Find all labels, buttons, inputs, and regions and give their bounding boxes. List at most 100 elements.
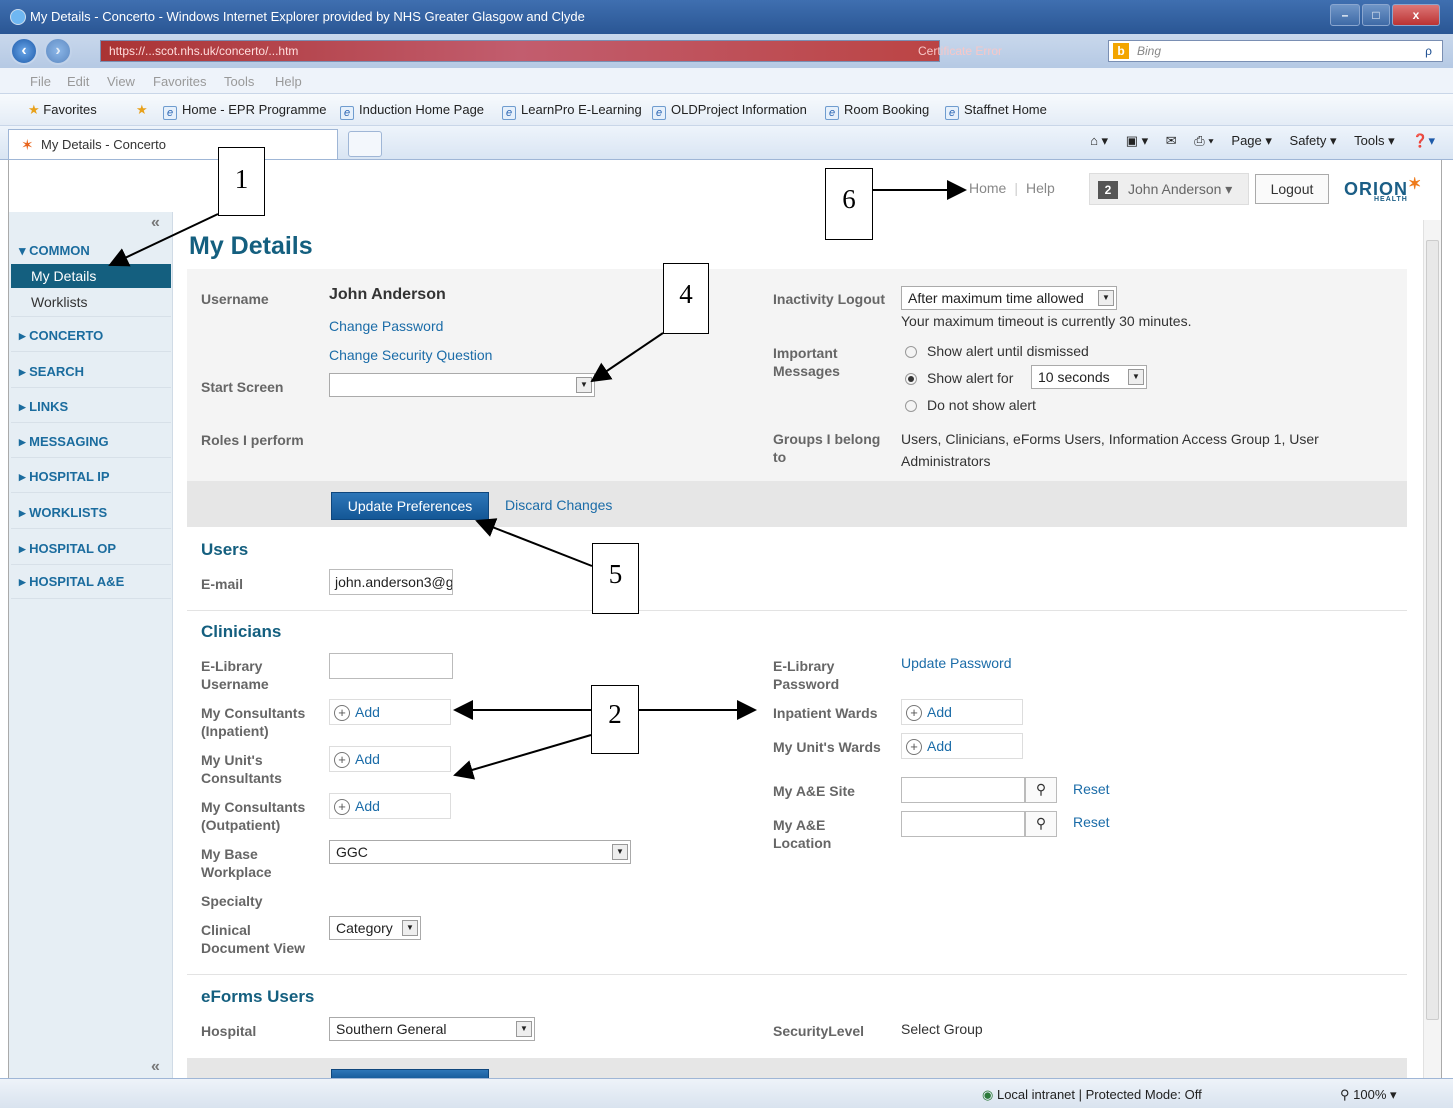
ae-location-search-icon[interactable]: ⚲ <box>1025 811 1057 837</box>
sidebar-section-common[interactable]: ▾ COMMON <box>19 243 90 259</box>
maximize-button[interactable]: □ <box>1362 4 1390 26</box>
base-workplace-select[interactable]: GGC ▼ <box>329 840 631 864</box>
add-favorite-icon[interactable]: ★ <box>136 102 148 118</box>
collapse-sidebar-bottom-icon[interactable]: « <box>151 1058 160 1076</box>
fav-link-oldproject[interactable]: e OLDProject Information <box>652 102 807 120</box>
add-inpatient-ward-button[interactable]: + Add <box>901 699 1023 725</box>
eforms-heading: eForms Users <box>201 987 315 1006</box>
home-link[interactable]: Home <box>969 180 1006 196</box>
unit-consultants-label: My Unit's Consultants <box>201 752 282 786</box>
back-button[interactable]: ‹ <box>10 37 38 65</box>
safety-menu[interactable]: Safety ▾ <box>1290 133 1337 148</box>
help-icon[interactable]: ❓▾ <box>1412 133 1435 148</box>
scrollbar-thumb[interactable] <box>1426 240 1439 1020</box>
sidebar-section-hospital-ae[interactable]: ▸ HOSPITAL A&E <box>19 574 124 590</box>
add-unit-consultant-button[interactable]: + Add <box>329 746 451 772</box>
fav-link-room-booking[interactable]: e Room Booking <box>825 102 929 120</box>
ae-location-field[interactable] <box>901 811 1025 837</box>
roles-label: Roles I perform <box>201 432 304 448</box>
mail-icon[interactable]: ✉ <box>1166 133 1177 148</box>
ie-page-icon: e <box>652 106 666 120</box>
home-icon[interactable]: ⌂ ▾ <box>1090 133 1108 148</box>
logout-button[interactable]: Logout <box>1255 174 1329 204</box>
groups-label: Groups I belong to <box>773 431 881 465</box>
menu-help[interactable]: Help <box>275 74 302 89</box>
sidebar-item-worklists[interactable]: Worklists <box>11 290 171 314</box>
feeds-icon[interactable]: ▣ ▾ <box>1126 133 1148 148</box>
discard-changes-link[interactable]: Discard Changes <box>505 497 612 513</box>
fav-link-induction[interactable]: e Induction Home Page <box>340 102 484 120</box>
elibrary-username-field[interactable] <box>329 653 453 679</box>
sidebar-section-messaging[interactable]: ▸ MESSAGING <box>19 434 109 450</box>
new-tab-button[interactable] <box>348 131 382 157</box>
minimize-button[interactable]: – <box>1330 4 1360 26</box>
search-placeholder: Bing <box>1137 44 1162 58</box>
email-field[interactable]: john.anderson3@g <box>329 569 453 595</box>
address-bar[interactable]: https://...scot.nhs.uk/concerto/...htm <box>100 40 940 62</box>
add-consultant-outpatient-button[interactable]: + Add <box>329 793 451 819</box>
menu-file[interactable]: File <box>30 74 51 89</box>
page-menu[interactable]: Page ▾ <box>1231 133 1272 148</box>
hospital-label: Hospital <box>201 1023 257 1039</box>
change-security-question-link[interactable]: Change Security Question <box>329 347 492 363</box>
hospital-select[interactable]: Southern General ▼ <box>329 1017 535 1041</box>
add-unit-ward-button[interactable]: + Add <box>901 733 1023 759</box>
menu-edit[interactable]: Edit <box>67 74 89 89</box>
radio-do-not-show[interactable] <box>905 400 917 412</box>
fav-link-staffnet[interactable]: e Staffnet Home <box>945 102 1047 120</box>
update-password-link[interactable]: Update Password <box>901 655 1012 671</box>
menu-view[interactable]: View <box>107 74 135 89</box>
certificate-error[interactable]: Certificate Error <box>918 40 1002 62</box>
sidebar-section-search[interactable]: ▸ SEARCH <box>19 364 84 380</box>
sidebar-item-my-details[interactable]: My Details <box>11 264 171 288</box>
vertical-scrollbar[interactable] <box>1423 220 1441 1078</box>
dropdown-icon: ▼ <box>402 920 418 936</box>
tools-menu[interactable]: Tools ▾ <box>1354 133 1395 148</box>
sidebar-section-worklists[interactable]: ▸ WORKLISTS <box>19 505 107 521</box>
radio-show-alert-for-label: Show alert for <box>927 370 1014 386</box>
sidebar-section-concerto[interactable]: ▸ CONCERTO <box>19 328 103 344</box>
fav-link-home-epr[interactable]: e Home - EPR Programme <box>163 102 326 120</box>
ae-site-field[interactable] <box>901 777 1025 803</box>
help-link[interactable]: Help <box>1026 180 1055 196</box>
change-password-link[interactable]: Change Password <box>329 318 443 334</box>
web-page: Home | Help 2 John Anderson ▾ Logout ORION… <box>8 160 1442 1078</box>
fav-link-learnpro[interactable]: e LearnPro E-Learning <box>502 102 642 120</box>
plus-circle-icon: + <box>334 752 350 768</box>
sidebar-section-links[interactable]: ▸ LINKS <box>19 399 68 415</box>
tab-my-details[interactable]: ✶ My Details - Concerto <box>8 129 338 159</box>
ae-site-reset-link[interactable]: Reset <box>1073 781 1110 797</box>
sidebar-section-hospital-op[interactable]: ▸ HOSPITAL OP <box>19 541 116 557</box>
search-input[interactable]: b Bing ρ <box>1108 40 1443 62</box>
menu-tools[interactable]: Tools <box>224 74 254 89</box>
clinical-document-view-select[interactable]: Category ▼ <box>329 916 421 940</box>
ie-page-icon: e <box>163 106 177 120</box>
ae-location-reset-link[interactable]: Reset <box>1073 814 1110 830</box>
ae-site-search-icon[interactable]: ⚲ <box>1025 777 1057 803</box>
radio-show-until-dismissed[interactable] <box>905 346 917 358</box>
close-window-button[interactable]: x <box>1392 4 1440 26</box>
important-messages-label: Important Messages <box>773 345 840 379</box>
radio-show-alert-for[interactable] <box>905 373 917 385</box>
menu-favorites[interactable]: Favorites <box>153 74 206 89</box>
plus-circle-icon: + <box>906 739 922 755</box>
user-menu[interactable]: 2 John Anderson ▾ <box>1089 173 1249 205</box>
security-level-label: SecurityLevel <box>773 1023 865 1039</box>
alert-duration-select[interactable]: 10 seconds ▼ <box>1031 365 1147 389</box>
update-preferences-button[interactable]: Update Preferences <box>331 492 489 520</box>
add-consultant-inpatient-button[interactable]: + Add <box>329 699 451 725</box>
sidebar-section-hospital-ip[interactable]: ▸ HOSPITAL IP <box>19 469 110 485</box>
ie-page-icon: e <box>340 106 354 120</box>
forward-button[interactable]: › <box>44 37 72 65</box>
start-screen-select[interactable]: ▼ <box>329 373 595 397</box>
print-icon[interactable]: ⎙ ▾ <box>1194 133 1213 148</box>
zoom-level[interactable]: ⚲ 100% ▾ <box>1340 1087 1397 1103</box>
update-preferences-bottom-button[interactable] <box>331 1069 489 1078</box>
collapse-sidebar-icon[interactable]: « <box>151 214 160 232</box>
callout-6: 6 <box>825 168 873 240</box>
security-level-value: Select Group <box>901 1021 983 1037</box>
search-icon[interactable]: ρ <box>1425 41 1432 61</box>
favorites-button[interactable]: ★ Favorites <box>28 102 97 118</box>
inactivity-logout-select[interactable]: After maximum time allowed ▼ <box>901 286 1117 310</box>
user-name: John Anderson ▾ <box>1128 181 1233 197</box>
